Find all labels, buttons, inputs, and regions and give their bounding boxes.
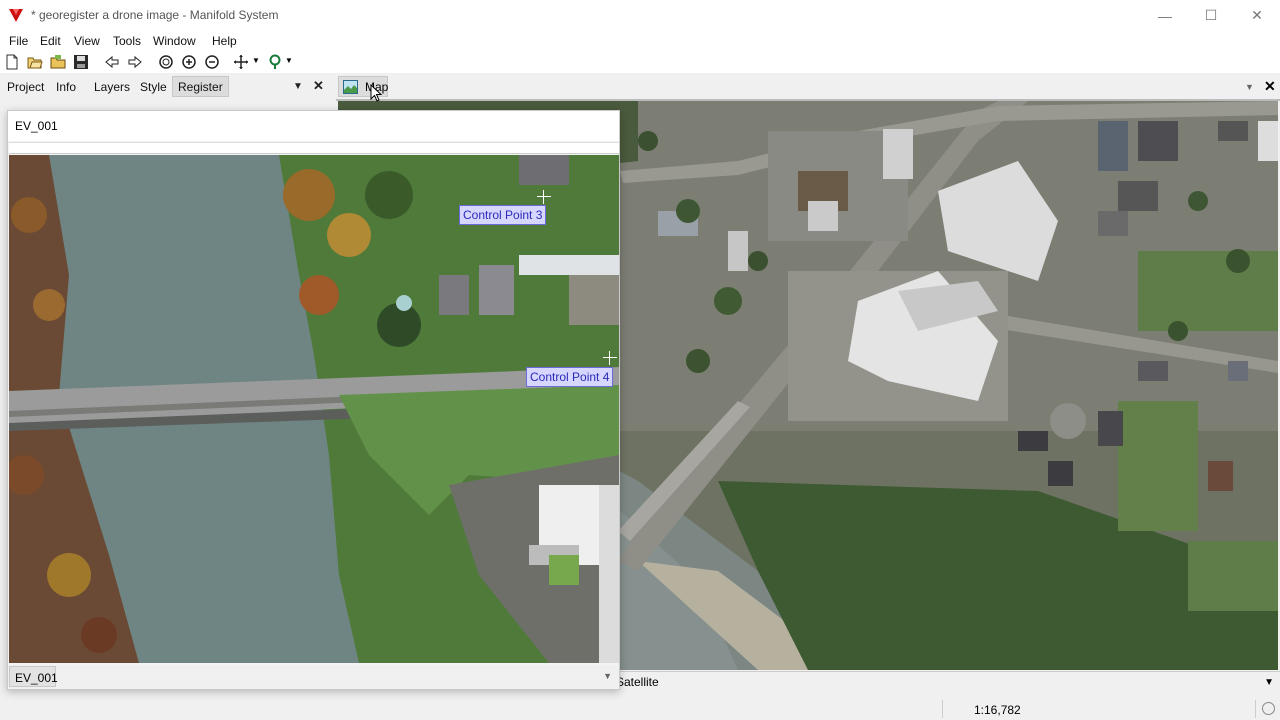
window-title: * georegister a drone image - Manifold S… (31, 8, 279, 22)
map-tab-row: Map ▼ ✕ (335, 76, 1280, 98)
layer-tab-satellite[interactable]: Satellite (616, 675, 659, 689)
tab-layers[interactable]: Layers (88, 76, 136, 97)
menu-file[interactable]: File (9, 34, 28, 48)
panel-dropdown-icon[interactable]: ▼ (293, 81, 303, 92)
control-point-4-marker[interactable] (603, 351, 617, 365)
minimize-button[interactable]: — (1142, 0, 1188, 31)
control-point-3-label[interactable]: Control Point 3 (459, 205, 547, 225)
zoom-extent-icon[interactable] (158, 54, 174, 70)
menu-bar: File Edit View Tools Window Help (0, 31, 1280, 51)
menu-window[interactable]: Window (153, 34, 196, 48)
layer-dropdown-icon[interactable]: ▼ (1264, 677, 1274, 688)
menu-edit[interactable]: Edit (40, 34, 61, 48)
title-bar: * georegister a drone image - Manifold S… (0, 0, 1280, 31)
pan-icon[interactable] (233, 54, 249, 70)
close-window-button[interactable]: ✕ (1234, 0, 1280, 31)
status-separator (1255, 700, 1256, 718)
locate-dropdown-icon[interactable]: ▼ (285, 56, 293, 65)
menu-tools[interactable]: Tools (113, 34, 141, 48)
pan-dropdown-icon[interactable]: ▼ (252, 56, 260, 65)
zoom-in-icon[interactable] (181, 54, 197, 70)
manifold-logo-icon (9, 9, 23, 22)
mouse-cursor-icon (370, 84, 382, 102)
control-point-3-marker[interactable] (537, 190, 551, 204)
zoom-out-icon[interactable] (204, 54, 220, 70)
locate-icon[interactable] (267, 54, 283, 70)
map-scale: 1:16,782 (974, 703, 1021, 717)
forward-icon[interactable] (127, 54, 143, 70)
tab-register[interactable]: Register (172, 76, 229, 97)
drone-image-content (9, 155, 619, 663)
open-icon[interactable] (27, 54, 43, 70)
register-window-ruler (9, 142, 619, 154)
maximize-button[interactable]: ☐ (1188, 0, 1234, 31)
register-footer-tab[interactable]: EV_001 (9, 666, 58, 687)
toolbar: ▼ ▼ (0, 51, 1280, 73)
map-dropdown-icon[interactable]: ▼ (1245, 82, 1254, 92)
register-footer-dropdown-icon[interactable]: ▼ (603, 671, 612, 681)
tab-project[interactable]: Project (1, 76, 50, 97)
panel-tabs: Project Info Layers Style Register ▼ ✕ (0, 76, 335, 98)
map-icon (343, 80, 358, 94)
tab-info[interactable]: Info (50, 76, 82, 97)
drone-image[interactable]: Control Point 3 Control Point 4 (9, 155, 619, 663)
map-close-icon[interactable]: ✕ (1264, 78, 1276, 95)
status-indicator-icon (1262, 702, 1275, 715)
back-icon[interactable] (104, 54, 120, 70)
register-window-header: EV_001 (8, 111, 619, 141)
open-folder-icon[interactable] (50, 54, 66, 70)
menu-help[interactable]: Help (212, 34, 237, 48)
tab-style[interactable]: Style (134, 76, 173, 97)
status-bar: 1:16,782 (0, 698, 1280, 720)
register-window-title: EV_001 (15, 119, 58, 133)
new-icon[interactable] (4, 54, 20, 70)
control-point-4-label[interactable]: Control Point 4 (526, 367, 614, 387)
register-image-window: EV_001 Control Point 3 Control Point 4 E… (7, 110, 620, 690)
save-icon[interactable] (73, 54, 89, 70)
status-separator (942, 700, 943, 718)
menu-view[interactable]: View (74, 34, 100, 48)
register-window-footer: EV_001 ▼ (8, 665, 619, 689)
panel-close-icon[interactable]: ✕ (313, 78, 324, 94)
